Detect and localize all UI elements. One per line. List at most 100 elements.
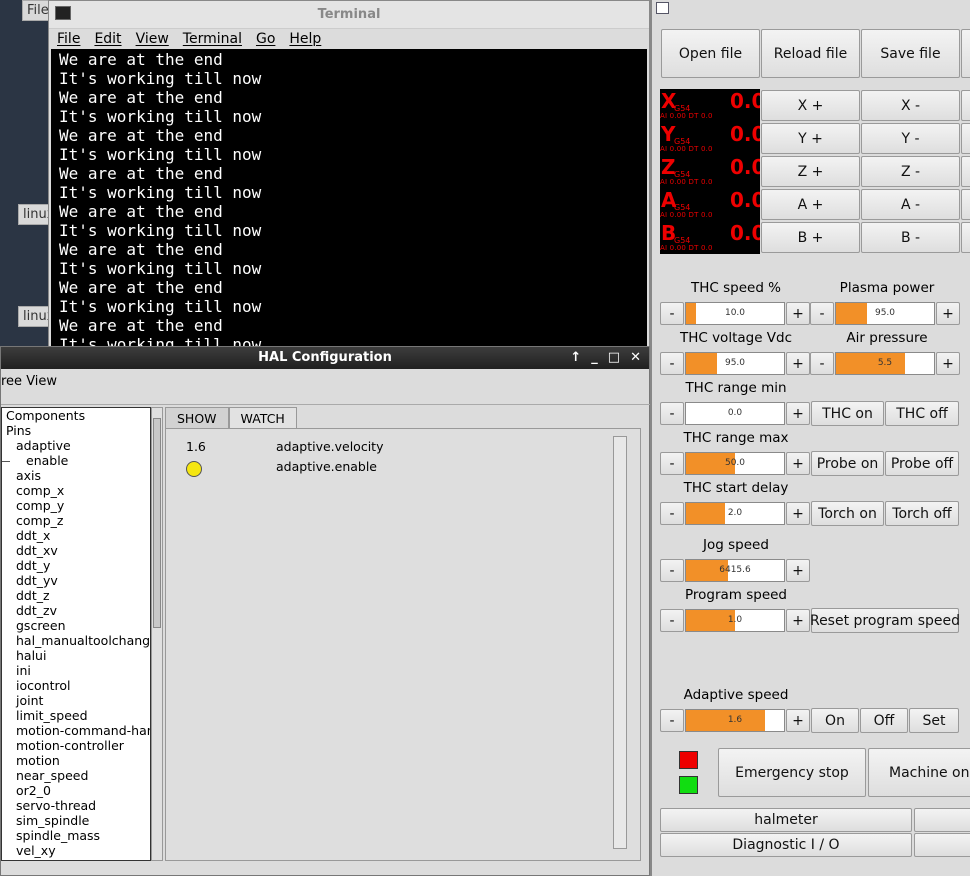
thc-off-button[interactable]: THC off bbox=[885, 401, 959, 426]
plasma-power-plus[interactable]: + bbox=[936, 302, 960, 325]
adaptive-speed-spinbox[interactable]: 1.6 bbox=[685, 709, 785, 732]
menu-go[interactable]: Go bbox=[256, 31, 275, 47]
tree-item[interactable]: comp_y bbox=[2, 498, 150, 513]
tree-item[interactable]: ddt_yv bbox=[2, 573, 150, 588]
menu-edit[interactable]: Edit bbox=[94, 31, 121, 47]
tree-item[interactable]: adaptive bbox=[2, 438, 150, 453]
thc-range-max-minus[interactable]: - bbox=[660, 452, 684, 475]
thc-start-delay-minus[interactable]: - bbox=[660, 502, 684, 525]
minimize-icon[interactable]: _ bbox=[591, 347, 598, 369]
torch-off-button[interactable]: Torch off bbox=[885, 501, 959, 526]
tree-item[interactable]: sim_spindle bbox=[2, 813, 150, 828]
thc-voltage-minus[interactable]: - bbox=[660, 352, 684, 375]
tree-item[interactable]: ddt_x bbox=[2, 528, 150, 543]
tree-item[interactable]: or2_0 bbox=[2, 783, 150, 798]
thc-speed-plus[interactable]: + bbox=[786, 302, 810, 325]
tree-item[interactable]: motion-command-handler bbox=[2, 723, 150, 738]
tree-item[interactable]: iocontrol bbox=[2, 678, 150, 693]
jog-speed-minus[interactable]: - bbox=[660, 559, 684, 582]
extra-tool-button[interactable] bbox=[914, 808, 970, 832]
jog-y-minus-button[interactable]: Y - bbox=[861, 123, 960, 154]
jog-extra-button[interactable] bbox=[961, 90, 970, 121]
tree-item[interactable]: ini bbox=[2, 663, 150, 678]
open-file-button[interactable]: Open file bbox=[661, 29, 760, 78]
tree-item[interactable]: hal_manualtoolchange bbox=[2, 633, 150, 648]
tab-watch[interactable]: WATCH bbox=[228, 407, 297, 429]
tree-item[interactable]: comp_x bbox=[2, 483, 150, 498]
program-speed-minus[interactable]: - bbox=[660, 609, 684, 632]
tree-item[interactable]: Pins bbox=[2, 423, 150, 438]
terminal-output[interactable]: We are at the end It's working till now We… bbox=[51, 49, 647, 349]
tree-item[interactable]: gscreen bbox=[2, 618, 150, 633]
machine-on-button[interactable]: Machine on bbox=[868, 748, 970, 797]
jog-z-plus-button[interactable]: Z + bbox=[761, 156, 860, 187]
emergency-stop-button[interactable]: Emergency stop bbox=[718, 748, 866, 797]
tree-item[interactable]: limit_speed bbox=[2, 708, 150, 723]
thc-speed-minus[interactable]: - bbox=[660, 302, 684, 325]
program-speed-spinbox[interactable]: 1.0 bbox=[685, 609, 785, 632]
menu-terminal[interactable]: Terminal bbox=[183, 31, 242, 47]
jog-extra-button[interactable] bbox=[961, 222, 970, 253]
jog-a-minus-button[interactable]: A - bbox=[861, 189, 960, 220]
tree-item[interactable]: near_speed bbox=[2, 768, 150, 783]
plasma-power-minus[interactable]: - bbox=[810, 302, 834, 325]
adaptive-speed-minus[interactable]: - bbox=[660, 709, 684, 732]
extra-tool-button[interactable] bbox=[914, 833, 970, 857]
tree-item[interactable]: ddt_zv bbox=[2, 603, 150, 618]
terminal-titlebar[interactable]: Terminal bbox=[49, 1, 649, 29]
tab-show[interactable]: SHOW bbox=[165, 407, 229, 429]
tree-item[interactable]: enable bbox=[2, 453, 150, 468]
jog-extra-button[interactable] bbox=[961, 189, 970, 220]
tree-item[interactable]: motion bbox=[2, 753, 150, 768]
jog-extra-button[interactable] bbox=[961, 123, 970, 154]
jog-speed-spinbox[interactable]: 6415.6 bbox=[685, 559, 785, 582]
jog-b-plus-button[interactable]: B + bbox=[761, 222, 860, 253]
panel-window-icon[interactable] bbox=[656, 2, 669, 14]
thc-start-delay-spinbox[interactable]: 2.0 bbox=[685, 502, 785, 525]
tree-item[interactable]: ddt_z bbox=[2, 588, 150, 603]
close-icon[interactable]: ✕ bbox=[630, 347, 641, 369]
diagnostic-io-button[interactable]: Diagnostic I / O bbox=[660, 833, 912, 857]
tree-item[interactable]: Components bbox=[2, 408, 150, 423]
thc-voltage-spinbox[interactable]: 95.0 bbox=[685, 352, 785, 375]
save-file-button[interactable]: Save file bbox=[861, 29, 960, 78]
menu-view[interactable]: View bbox=[136, 31, 169, 47]
tree-view-menu[interactable]: ree View bbox=[1, 374, 57, 389]
thc-on-button[interactable]: THC on bbox=[811, 401, 884, 426]
maximize-icon[interactable]: □ bbox=[608, 347, 620, 369]
jog-a-plus-button[interactable]: A + bbox=[761, 189, 860, 220]
probe-on-button[interactable]: Probe on bbox=[811, 451, 884, 476]
thc-range-max-spinbox[interactable]: 50.0 bbox=[685, 452, 785, 475]
plasma-power-spinbox[interactable]: 95.0 bbox=[835, 302, 935, 325]
adaptive-speed-plus[interactable]: + bbox=[786, 709, 810, 732]
reload-file-button[interactable]: Reload file bbox=[761, 29, 860, 78]
air-pressure-spinbox[interactable]: 5.5 bbox=[835, 352, 935, 375]
jog-extra-button[interactable] bbox=[961, 156, 970, 187]
adaptive-on-button[interactable]: On bbox=[811, 708, 859, 733]
menu-help[interactable]: Help bbox=[289, 31, 321, 47]
air-pressure-minus[interactable]: - bbox=[810, 352, 834, 375]
thc-range-min-spinbox[interactable]: 0.0 bbox=[685, 402, 785, 425]
program-speed-plus[interactable]: + bbox=[786, 609, 810, 632]
thc-range-max-plus[interactable]: + bbox=[786, 452, 810, 475]
tree-item[interactable]: joint bbox=[2, 693, 150, 708]
component-tree[interactable]: Components Pins adaptive enable axis comp_x co… bbox=[1, 407, 151, 861]
hal-titlebar[interactable]: HAL Configuration ↑ _ □ ✕ bbox=[1, 347, 649, 369]
thc-range-min-minus[interactable]: - bbox=[660, 402, 684, 425]
extra-file-button[interactable] bbox=[961, 29, 970, 78]
jog-speed-plus[interactable]: + bbox=[786, 559, 810, 582]
air-pressure-plus[interactable]: + bbox=[936, 352, 960, 375]
adaptive-off-button[interactable]: Off bbox=[860, 708, 908, 733]
thc-start-delay-plus[interactable]: + bbox=[786, 502, 810, 525]
jog-b-minus-button[interactable]: B - bbox=[861, 222, 960, 253]
adaptive-set-button[interactable]: Set bbox=[909, 708, 959, 733]
halmeter-button[interactable]: halmeter bbox=[660, 808, 912, 832]
menu-file[interactable]: File bbox=[57, 31, 80, 47]
tree-item[interactable]: spindle_mass bbox=[2, 828, 150, 843]
tree-item[interactable]: motion-controller bbox=[2, 738, 150, 753]
tree-item[interactable]: halui bbox=[2, 648, 150, 663]
thc-range-min-plus[interactable]: + bbox=[786, 402, 810, 425]
probe-off-button[interactable]: Probe off bbox=[885, 451, 959, 476]
tree-scrollbar-thumb[interactable] bbox=[153, 418, 161, 628]
tree-item[interactable]: servo-thread bbox=[2, 798, 150, 813]
